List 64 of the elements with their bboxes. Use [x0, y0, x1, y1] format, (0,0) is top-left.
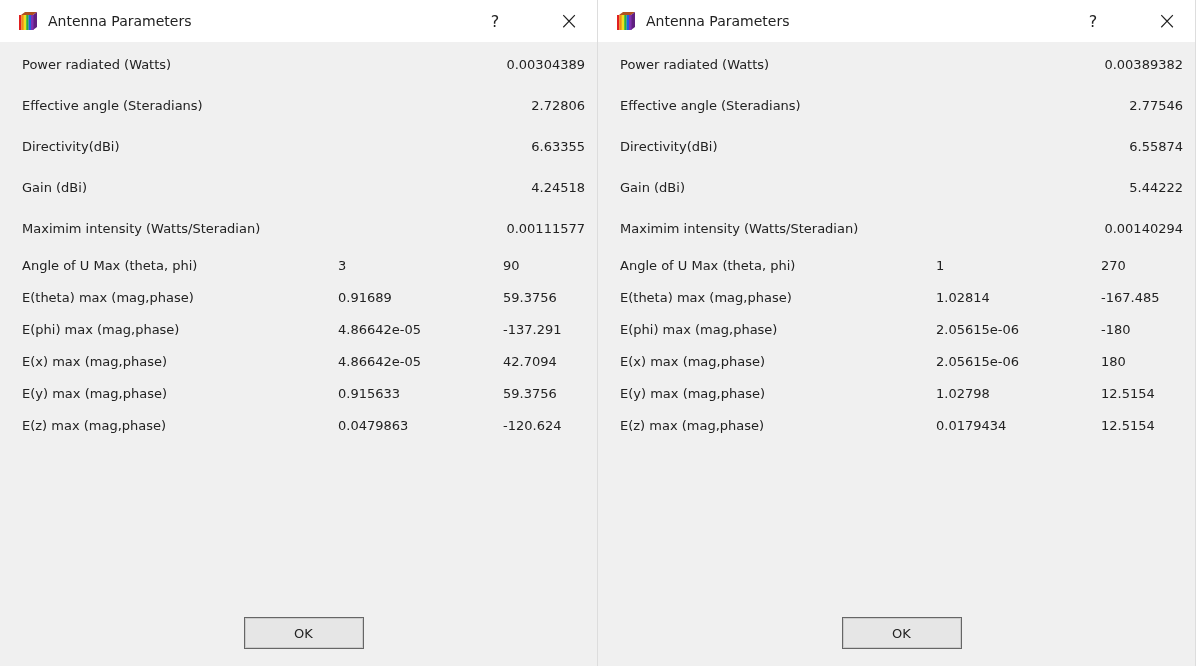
parameter-value: 6.63355 [531, 139, 585, 154]
parameter-label: Angle of U Max (theta, phi) [620, 257, 797, 273]
window-title: Antenna Parameters [48, 13, 193, 29]
close-button[interactable]: × [552, 7, 585, 35]
parameter-label: Gain (dBi) [22, 180, 88, 195]
window-title: Antenna Parameters [646, 13, 791, 29]
parameter-value: 90 [503, 257, 520, 273]
parameter-label: E(x) max (mag,phase) [620, 353, 767, 369]
parameter-value: 3 [338, 257, 347, 273]
parameter-label: E(phi) max (mag,phase) [22, 321, 181, 337]
parameter-value: -120.624 [503, 417, 562, 433]
parameter-value: 0.00140294 [1104, 221, 1183, 236]
parameter-value: 4.24518 [531, 180, 585, 195]
parameter-value: 59.3756 [503, 385, 557, 401]
parameter-label: E(z) max (mag,phase) [22, 417, 168, 433]
parameter-label: Power radiated (Watts) [620, 57, 771, 72]
parameter-label: Maximim intensity (Watts/Steradian) [22, 221, 262, 236]
parameter-value: 270 [1101, 257, 1126, 273]
parameter-label: E(y) max (mag,phase) [620, 385, 767, 401]
parameter-label: Directivity(dBi) [22, 139, 121, 154]
parameter-label: Maximim intensity (Watts/Steradian) [620, 221, 860, 236]
parameter-value: 2.05615e-06 [936, 353, 1019, 369]
parameter-value: 5.44222 [1129, 180, 1183, 195]
parameter-label: E(phi) max (mag,phase) [620, 321, 779, 337]
parameter-label: Power radiated (Watts) [22, 57, 173, 72]
parameter-value: 59.3756 [503, 289, 557, 305]
parameter-value: 1.02798 [936, 385, 990, 401]
parameter-value: 6.55874 [1129, 139, 1183, 154]
parameter-value: 0.0179434 [936, 417, 1007, 433]
parameter-value: 180 [1101, 353, 1126, 369]
parameter-value: 12.5154 [1101, 385, 1155, 401]
parameter-value: 0.91689 [338, 289, 392, 305]
parameter-value: 4.86642e-05 [338, 353, 421, 369]
parameter-value: 4.86642e-05 [338, 321, 421, 337]
parameter-label: Angle of U Max (theta, phi) [22, 257, 199, 273]
parameter-value: 1.02814 [936, 289, 990, 305]
parameter-label: Effective angle (Steradians) [620, 98, 802, 113]
parameter-value: 42.7094 [503, 353, 557, 369]
close-button[interactable]: × [1150, 7, 1183, 35]
parameter-value: 2.05615e-06 [936, 321, 1019, 337]
parameter-value: 0.0479863 [338, 417, 409, 433]
parameter-label: E(x) max (mag,phase) [22, 353, 169, 369]
parameter-label: E(z) max (mag,phase) [620, 417, 766, 433]
parameter-value: 0.00304389 [506, 57, 585, 72]
ok-button[interactable]: OK [243, 617, 364, 649]
parameter-value: 0.915633 [338, 385, 401, 401]
parameter-value: 1 [936, 257, 945, 273]
parameter-value: 0.00111577 [506, 221, 585, 236]
parameter-value: 12.5154 [1101, 417, 1155, 433]
help-button[interactable]: ? [484, 11, 505, 31]
parameter-value: -137.291 [503, 321, 562, 337]
parameter-label: E(theta) max (mag,phase) [620, 289, 793, 305]
ok-button[interactable]: OK [841, 617, 962, 649]
parameter-value: -167.485 [1101, 289, 1160, 305]
parameter-value: -180 [1101, 321, 1131, 337]
parameter-value: 2.72806 [531, 98, 585, 113]
parameter-label: E(y) max (mag,phase) [22, 385, 169, 401]
parameter-value: 2.77546 [1129, 98, 1183, 113]
parameter-label: Directivity(dBi) [620, 139, 719, 154]
parameter-label: E(theta) max (mag,phase) [22, 289, 195, 305]
parameter-label: Gain (dBi) [620, 180, 686, 195]
help-button[interactable]: ? [1082, 11, 1103, 31]
parameter-label: Effective angle (Steradians) [22, 98, 204, 113]
parameter-value: 0.00389382 [1104, 57, 1183, 72]
